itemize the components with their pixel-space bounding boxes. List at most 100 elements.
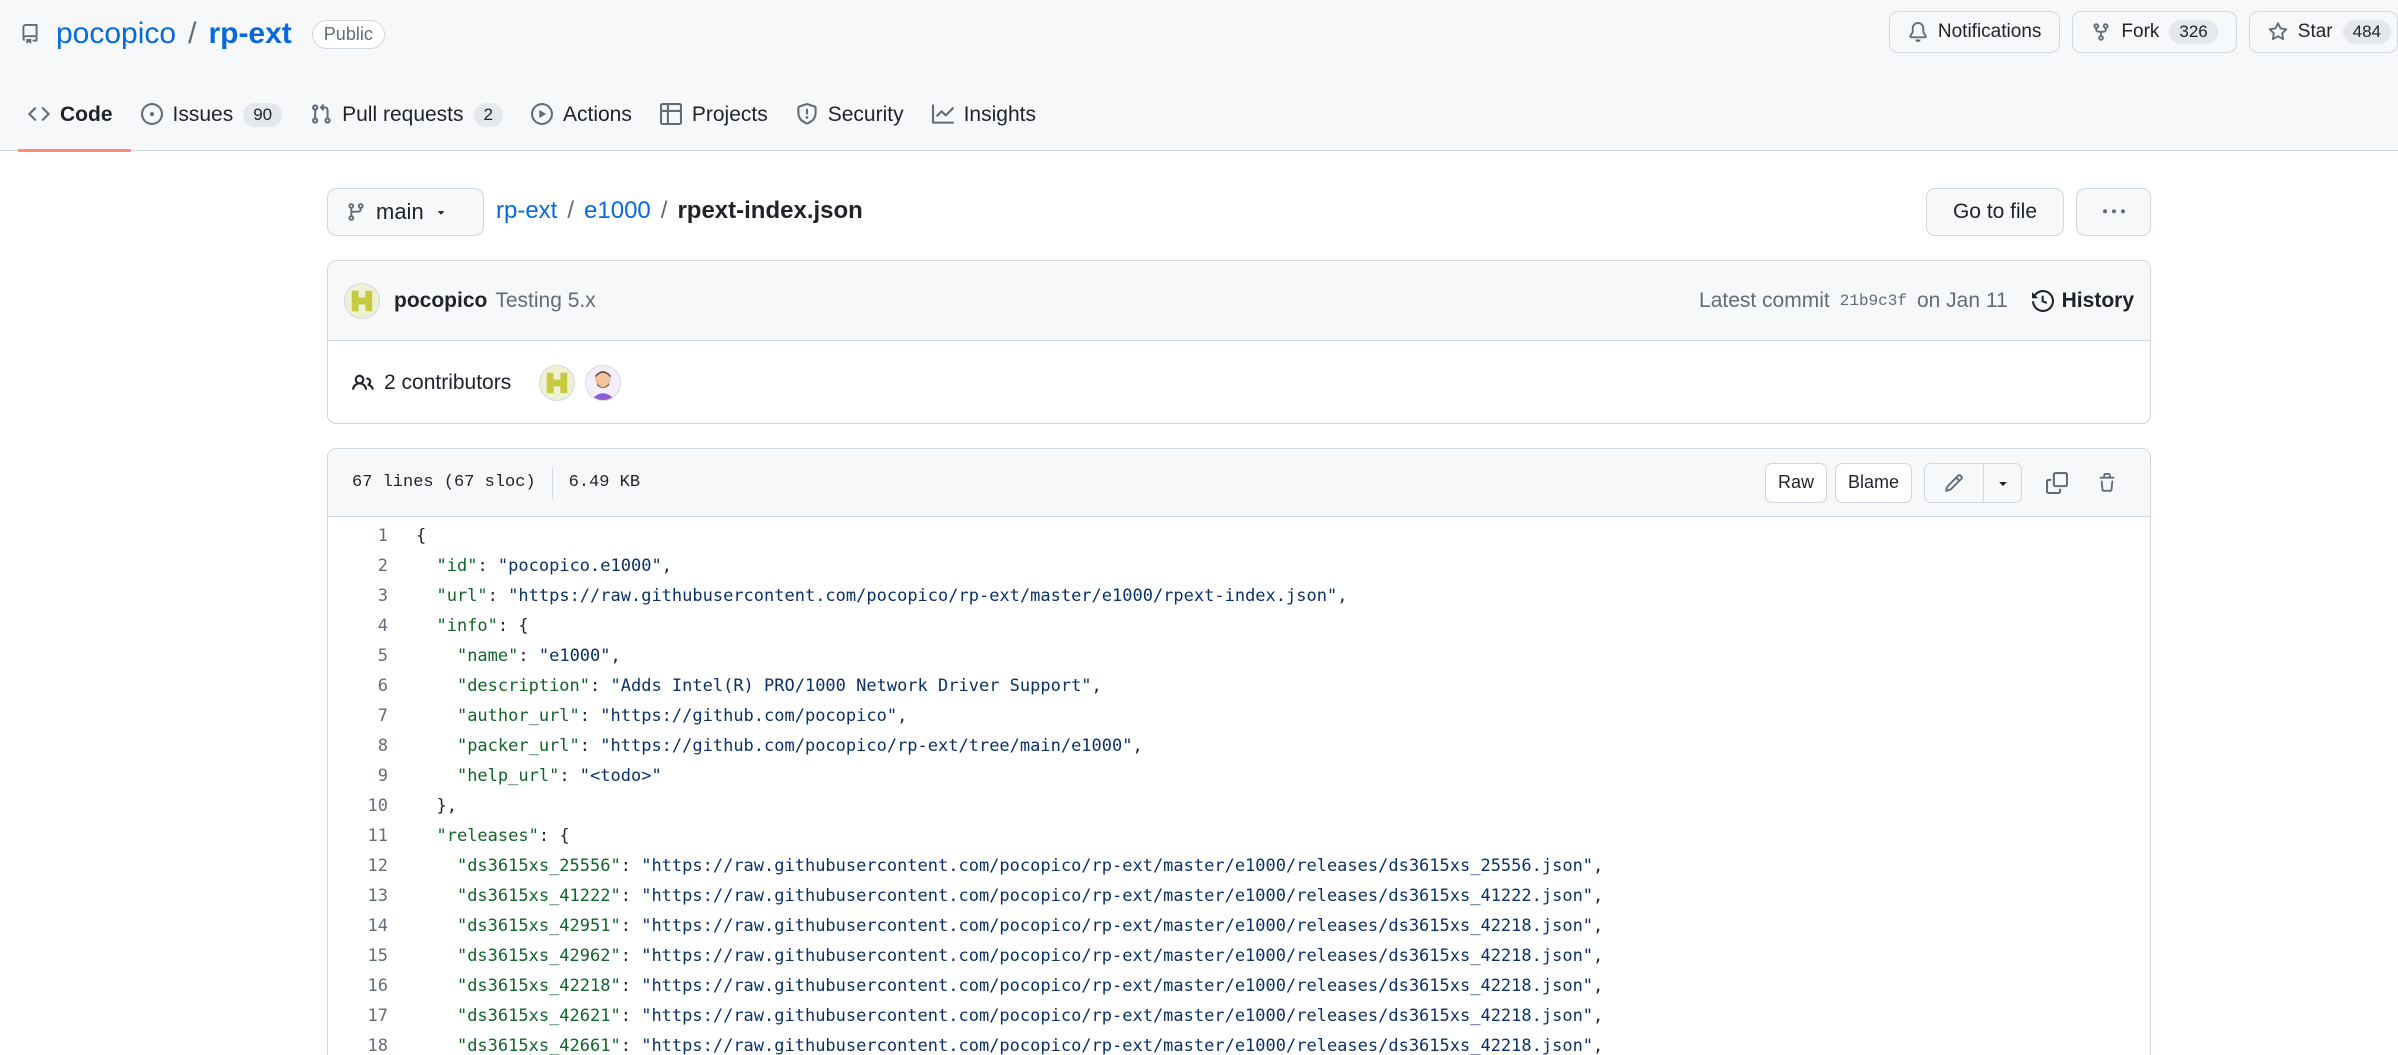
line-number[interactable]: 7: [328, 706, 388, 726]
token-mid: : {: [538, 826, 570, 846]
breadcrumb-filename: rpext-index.json: [677, 197, 863, 224]
line-number[interactable]: 11: [328, 826, 388, 846]
line-number[interactable]: 15: [328, 946, 388, 966]
token-mid: :: [477, 556, 498, 576]
line-content: {: [388, 526, 426, 546]
line-number[interactable]: 10: [328, 796, 388, 816]
line-number[interactable]: 5: [328, 646, 388, 666]
branch-selector[interactable]: main: [327, 188, 484, 236]
line-content: "ds3615xs_42661": "https://raw.githubuse…: [388, 1036, 1603, 1055]
contributors-label[interactable]: 2 contributors: [384, 371, 511, 395]
person-avatar-icon: [586, 365, 621, 400]
line-number[interactable]: 6: [328, 676, 388, 696]
code-line: 9 "help_url": "<todo>": [328, 761, 2150, 791]
star-button[interactable]: Star 484: [2248, 11, 2398, 53]
blame-button[interactable]: Blame: [1834, 462, 1912, 503]
tab-actions[interactable]: Actions: [521, 96, 650, 151]
token-mid: :: [620, 946, 642, 966]
line-number[interactable]: 12: [328, 856, 388, 876]
token-val: "https://raw.githubusercontent.com/pocop…: [641, 856, 1594, 876]
line-number[interactable]: 14: [328, 916, 388, 936]
token-post: ,: [1593, 1006, 1604, 1026]
go-to-file-button[interactable]: Go to file: [1926, 188, 2064, 236]
fork-button[interactable]: Fork 326: [2072, 11, 2237, 53]
token-pre: [416, 736, 457, 756]
history-link[interactable]: History: [2031, 289, 2134, 313]
breadcrumb-folder-link[interactable]: e1000: [584, 197, 651, 225]
line-number[interactable]: 13: [328, 886, 388, 906]
repo-header: pocopico / rp-ext Public Notifications F…: [0, 0, 2398, 152]
tab-code[interactable]: Code: [18, 96, 131, 152]
line-content: },: [388, 796, 456, 816]
token-val: "pocopico.e1000": [497, 556, 662, 576]
token-pre: [416, 706, 457, 726]
file-header: 67 lines (67 sloc) 6.49 KB Raw Blame: [328, 449, 2150, 517]
visibility-badge: Public: [311, 19, 385, 49]
token-key: "ds3615xs_41222": [456, 886, 621, 906]
token-val: "e1000": [538, 646, 611, 666]
raw-button[interactable]: Raw: [1764, 462, 1827, 503]
more-options-button[interactable]: [2076, 188, 2151, 236]
line-content: "author_url": "https://github.com/pocopi…: [388, 706, 907, 726]
play-icon: [531, 103, 553, 125]
fork-label: Fork: [2121, 21, 2160, 42]
line-content: "id": "pocopico.e1000",: [388, 556, 672, 576]
repo-name-link[interactable]: rp-ext: [208, 17, 291, 51]
token-pre: [416, 586, 436, 606]
tab-security[interactable]: Security: [786, 96, 922, 151]
tab-issues[interactable]: Issues 90: [131, 96, 301, 151]
notifications-button[interactable]: Notifications: [1888, 11, 2061, 53]
token-post: ,: [1593, 916, 1604, 936]
token-key: "help_url": [456, 766, 560, 786]
token-pre: [416, 1036, 457, 1055]
delete-button[interactable]: [2088, 463, 2126, 503]
line-number[interactable]: 17: [328, 1006, 388, 1026]
token-post: ,: [1593, 976, 1604, 996]
identicon-icon: [540, 365, 575, 400]
line-content: "ds3615xs_41222": "https://raw.githubuse…: [388, 886, 1603, 906]
line-number[interactable]: 2: [328, 556, 388, 576]
line-number[interactable]: 3: [328, 586, 388, 606]
edit-dropdown-button[interactable]: [1983, 463, 2021, 502]
token-pre: [416, 946, 457, 966]
trash-icon: [2097, 472, 2117, 493]
copy-button[interactable]: [2038, 463, 2076, 503]
line-number[interactable]: 18: [328, 1036, 388, 1055]
commit-author-link[interactable]: pocopico: [394, 289, 487, 313]
token-pre: [416, 766, 457, 786]
token-post: ,: [1132, 736, 1143, 756]
token-val: "https://raw.githubusercontent.com/pocop…: [641, 976, 1594, 996]
tab-insights[interactable]: Insights: [922, 96, 1054, 151]
commit-sha-link[interactable]: 21b9c3f: [1840, 292, 1907, 310]
tab-projects[interactable]: Projects: [650, 96, 786, 151]
tab-code-label: Code: [60, 103, 113, 126]
line-number[interactable]: 9: [328, 766, 388, 786]
repo-title-separator: /: [188, 17, 197, 50]
token-key: "name": [456, 646, 519, 666]
edit-file-button[interactable]: [1925, 463, 1983, 502]
issues-count: 90: [243, 103, 283, 127]
commit-message-link[interactable]: Testing 5.x: [495, 289, 595, 313]
avatar[interactable]: [344, 282, 380, 319]
file-header-divider: [551, 466, 553, 499]
tab-pull-requests[interactable]: Pull requests 2: [300, 96, 521, 151]
code-line: 3 "url": "https://raw.githubusercontent.…: [328, 581, 2150, 611]
token-post: ,: [610, 646, 621, 666]
code-line: 15 "ds3615xs_42962": "https://raw.github…: [328, 941, 2150, 971]
contributor-avatar[interactable]: [539, 364, 576, 401]
line-number[interactable]: 16: [328, 976, 388, 996]
contributor-avatar[interactable]: [585, 364, 622, 401]
token-post: ,: [661, 556, 672, 576]
breadcrumb-repo-link[interactable]: rp-ext: [496, 197, 557, 225]
line-number[interactable]: 8: [328, 736, 388, 756]
notifications-label: Notifications: [1937, 21, 2042, 42]
token-pre: [416, 826, 436, 846]
code-line: 8 "packer_url": "https://github.com/poco…: [328, 731, 2150, 761]
token-mid: :: [620, 856, 642, 876]
repo-owner-link[interactable]: pocopico: [56, 17, 176, 51]
code-line: 5 "name": "e1000",: [328, 641, 2150, 671]
line-number[interactable]: 1: [328, 526, 388, 546]
line-number[interactable]: 4: [328, 616, 388, 636]
commit-date: on Jan 11: [1916, 288, 2008, 312]
code-line: 4 "info": {: [328, 611, 2150, 641]
